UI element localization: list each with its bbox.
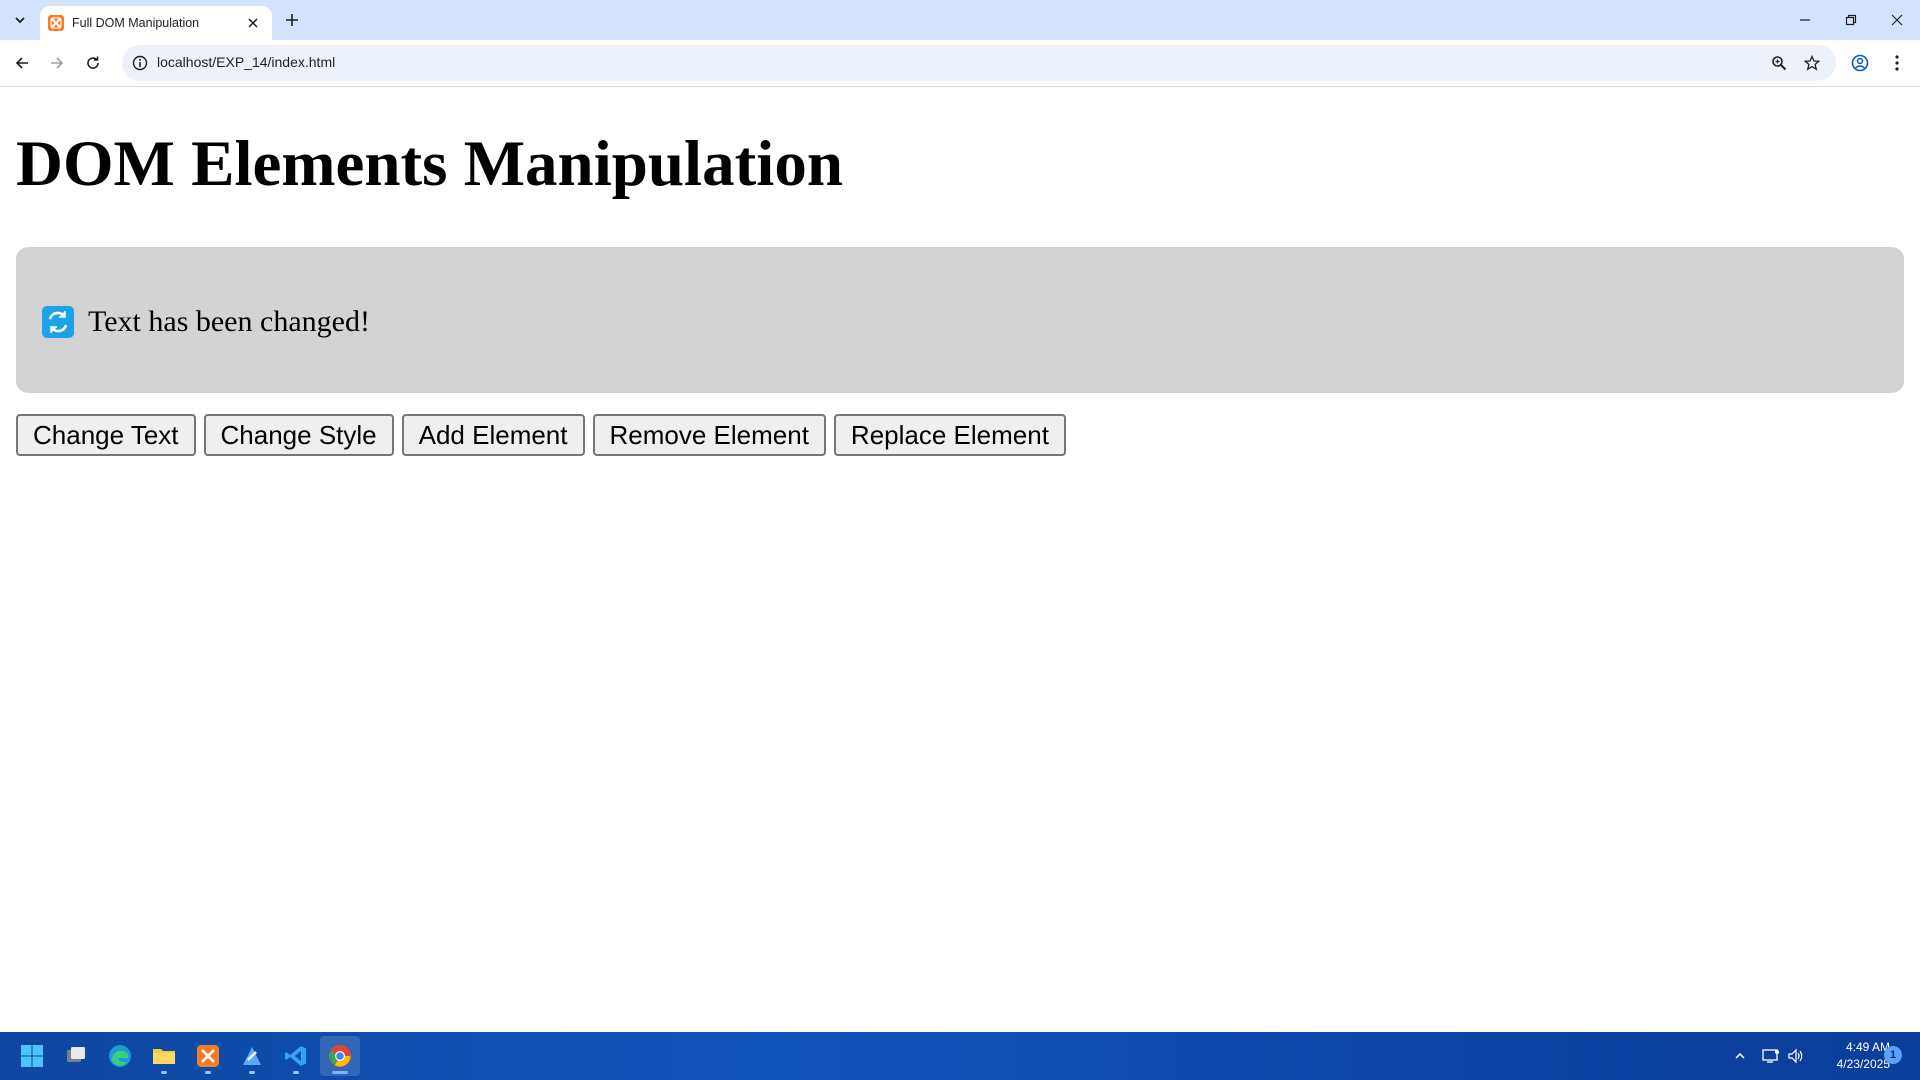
new-tab-button[interactable] [280, 8, 304, 32]
clock-time: 4:49 AM [1845, 1040, 1890, 1054]
plus-icon [286, 14, 298, 26]
browser-tab[interactable]: Full DOM Manipulation [40, 6, 272, 40]
minimize-button[interactable] [1782, 0, 1828, 40]
running-indicator [205, 1071, 211, 1074]
arrow-left-icon [15, 57, 28, 69]
running-indicator [293, 1071, 299, 1074]
running-indicator [332, 1071, 348, 1074]
kebab-menu-icon [1895, 55, 1899, 71]
forward-button[interactable] [43, 49, 71, 77]
task-view-button[interactable] [56, 1036, 96, 1076]
tab-search-button[interactable] [6, 8, 34, 32]
tab-title: Full DOM Manipulation [72, 16, 200, 30]
restore-icon [1845, 14, 1857, 26]
close-icon [1891, 14, 1903, 26]
remove-element-button[interactable]: Remove Element [592, 414, 826, 456]
chevron-down-icon [15, 17, 25, 24]
button-row: Change Text Change Style Add Element Rem… [16, 414, 1066, 456]
file-explorer-icon [153, 1049, 175, 1064]
start-button[interactable] [12, 1036, 52, 1076]
bookmark-button[interactable] [1800, 51, 1824, 75]
edge-icon [109, 1045, 131, 1067]
windows-taskbar: 4:49 AM 4/23/2025 1 [0, 1032, 1920, 1080]
edge-button[interactable] [100, 1036, 140, 1076]
zoom-icon [1772, 56, 1787, 71]
close-window-button[interactable] [1874, 0, 1920, 40]
close-icon [248, 18, 258, 28]
vscode-button[interactable] [276, 1036, 316, 1076]
task-view-icon [67, 1047, 85, 1062]
profile-icon [1851, 54, 1869, 72]
page-title: DOM Elements Manipulation [16, 128, 843, 200]
notification-badge[interactable]: 1 [1884, 1046, 1902, 1064]
change-text-button[interactable]: Change Text [16, 414, 196, 456]
xampp-favicon-icon [48, 15, 64, 31]
replace-element-button[interactable]: Replace Element [833, 414, 1066, 456]
site-info-button[interactable] [130, 53, 150, 73]
xampp-button[interactable] [188, 1036, 228, 1076]
network-button[interactable] [1761, 1046, 1781, 1066]
minimize-icon [1800, 19, 1810, 21]
chrome-icon [329, 1045, 351, 1067]
change-style-button[interactable]: Change Style [203, 414, 394, 456]
chevron-up-icon [1735, 1052, 1745, 1059]
url-text[interactable]: localhost/EXP_14/index.html [157, 54, 335, 70]
arrow-right-icon [51, 57, 64, 69]
address-bar[interactable]: localhost/EXP_14/index.html [122, 45, 1836, 81]
info-icon [132, 55, 148, 71]
network-icon [1762, 1049, 1779, 1063]
chrome-button[interactable] [320, 1036, 360, 1076]
content-box: Text has been changed! [16, 247, 1904, 393]
vscode-icon [285, 1046, 306, 1066]
reload-icon [87, 56, 99, 69]
running-indicator [161, 1071, 167, 1074]
reload-button[interactable] [79, 49, 107, 77]
show-hidden-icons-button[interactable] [1730, 1046, 1750, 1066]
clock[interactable]: 4:49 AM 4/23/2025 [1810, 1039, 1890, 1073]
volume-icon [1788, 1048, 1803, 1064]
app-icon [243, 1047, 261, 1065]
profile-button[interactable] [1846, 49, 1874, 77]
file-explorer-button[interactable] [144, 1036, 184, 1076]
restore-button[interactable] [1828, 0, 1874, 40]
tab-close-button[interactable] [242, 12, 264, 34]
xampp-icon [197, 1045, 219, 1067]
content-text: Text has been changed! [88, 305, 370, 338]
windows-start-icon [21, 1045, 43, 1067]
running-indicator [249, 1071, 255, 1074]
clock-date: 4/23/2025 [1836, 1057, 1890, 1071]
add-element-button[interactable]: Add Element [401, 414, 585, 456]
page-viewport: DOM Elements Manipulation Text has been … [0, 87, 1920, 1032]
browser-toolbar: localhost/EXP_14/index.html [0, 40, 1920, 87]
menu-button[interactable] [1883, 49, 1911, 77]
browser-tabstrip: Full DOM Manipulation [0, 0, 1920, 40]
app-button[interactable] [232, 1036, 272, 1076]
volume-button[interactable] [1786, 1046, 1806, 1066]
refresh-emoji-icon [42, 306, 74, 338]
back-button[interactable] [8, 49, 36, 77]
star-icon [1804, 55, 1820, 71]
zoom-button[interactable] [1767, 51, 1791, 75]
